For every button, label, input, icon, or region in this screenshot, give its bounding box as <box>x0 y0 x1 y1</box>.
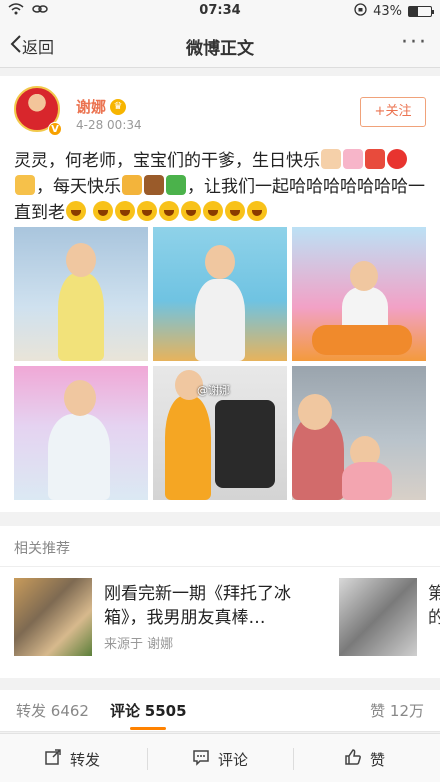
tab-comment[interactable]: 评论 5505 <box>110 700 187 721</box>
related-thumbnail[interactable] <box>339 578 417 656</box>
like-label: 赞 <box>370 750 386 769</box>
tab-like[interactable]: 赞 12万 <box>370 700 424 721</box>
cake-icon <box>144 175 164 195</box>
battery-fill <box>409 7 419 16</box>
post-text-part1: 灵灵，何老师，宝宝们的干爹，生日快乐 <box>14 151 320 171</box>
thumbs-up-icon <box>344 748 362 770</box>
post-photo[interactable] <box>292 227 426 361</box>
post-author[interactable]: 谢娜 ♛ <box>76 96 127 117</box>
comment-icon <box>192 748 210 770</box>
username[interactable]: 谢娜 <box>76 96 106 117</box>
post-text-part2: 每天快乐 <box>53 177 121 197</box>
laugh-emoji-icon <box>247 201 268 221</box>
laugh-emoji-icon <box>93 201 114 221</box>
page-title: 微博正文 <box>186 39 254 59</box>
active-tab-indicator <box>130 727 166 730</box>
verified-icon: V <box>48 122 62 136</box>
bottom-toolbar: 转发 评论 赞 <box>0 733 440 782</box>
tab-comment-label: 评论 <box>110 702 141 720</box>
laugh-emoji-icon <box>115 201 136 221</box>
repost-label: 转发 <box>70 750 101 769</box>
comment-button[interactable]: 评论 <box>192 748 248 770</box>
cake-icon <box>321 149 341 169</box>
photo-grid: @谢娜 <box>14 227 426 500</box>
post-photo[interactable] <box>14 366 148 500</box>
like-button[interactable]: 赞 <box>344 748 385 770</box>
post-photo[interactable] <box>14 227 148 361</box>
party-popper-icon <box>15 175 35 195</box>
tab-like-label: 赞 <box>370 702 386 720</box>
rotation-lock-icon <box>354 3 367 20</box>
divider <box>147 748 148 770</box>
tab-repost-label: 转发 <box>16 702 47 720</box>
repost-button[interactable]: 转发 <box>44 748 100 770</box>
battery-percent: 43% <box>373 4 402 19</box>
ribbon-icon <box>343 149 363 169</box>
laugh-emoji-icon <box>181 201 202 221</box>
laugh-emoji-icon <box>137 201 158 221</box>
post-text: 灵灵，何老师，宝宝们的干爹，生日快乐 ，每天快乐 ，让我们一起哈哈哈哈哈哈哈一直到… <box>14 149 425 223</box>
post-photo[interactable]: @谢娜 <box>153 366 287 500</box>
post-tabs: 转发 6462 评论 5505 赞 12万 <box>0 690 440 732</box>
related-headline[interactable]: 刚看完新一期《拜托了冰箱》，我男朋友真棒… <box>104 582 314 630</box>
tab-like-count: 12万 <box>389 702 424 720</box>
laugh-emoji-icon <box>66 201 86 221</box>
related-title: 相关推荐 <box>14 541 70 557</box>
nav-bar: 返回 微博正文 ··· <box>0 22 440 68</box>
tab-comment-count: 5505 <box>144 702 187 720</box>
divider <box>0 566 440 567</box>
comment-label: 评论 <box>218 750 249 769</box>
post-card: V 谢娜 ♛ 4-28 00:34 +关注 灵灵，何老师，宝宝们的干爹，生日快乐… <box>0 76 440 512</box>
gift-icon <box>166 175 186 195</box>
laugh-emoji-icon <box>203 201 224 221</box>
repost-icon <box>44 748 62 770</box>
laugh-emoji-icon <box>159 201 180 221</box>
follow-button[interactable]: +关注 <box>360 97 426 127</box>
status-bar: 07:34 43% <box>0 0 440 22</box>
post-photo[interactable] <box>292 366 426 500</box>
gift-icon <box>365 149 385 169</box>
related-headline[interactable]: 第的 <box>428 582 440 630</box>
status-right: 43% <box>354 3 434 20</box>
balloon-icon <box>387 149 407 169</box>
tab-repost[interactable]: 转发 6462 <box>16 700 89 721</box>
battery-icon <box>408 6 434 17</box>
laugh-emoji-icon <box>225 201 246 221</box>
member-crown-icon: ♛ <box>110 98 127 115</box>
photo-watermark: @谢娜 <box>197 384 230 397</box>
post-photo[interactable] <box>153 227 287 361</box>
more-button[interactable]: ··· <box>401 30 428 55</box>
post-time: 4-28 00:34 <box>76 118 142 132</box>
related-section: 相关推荐 刚看完新一期《拜托了冰箱》，我男朋友真棒… 来源于 谢娜 第的 <box>0 526 440 678</box>
related-thumbnail[interactable] <box>14 578 92 656</box>
beer-icon <box>122 175 142 195</box>
divider <box>293 748 294 770</box>
tab-repost-count: 6462 <box>50 702 89 720</box>
related-source: 来源于 谢娜 <box>104 637 174 652</box>
